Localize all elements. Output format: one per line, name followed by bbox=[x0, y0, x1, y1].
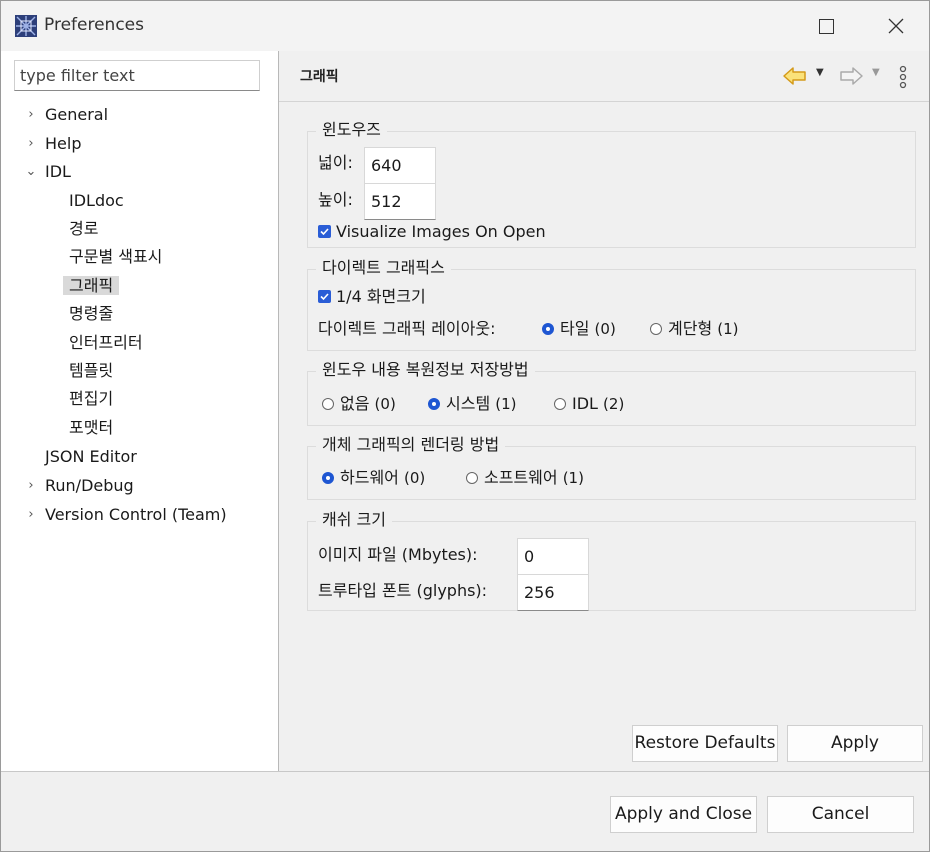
back-arrow-icon[interactable] bbox=[782, 65, 808, 87]
image-cache-label: 이미지 파일 (Mbytes): bbox=[318, 545, 478, 564]
expand-chevron-icon[interactable]: › bbox=[25, 102, 37, 128]
tree-item-command-line[interactable]: 명령줄 bbox=[69, 301, 113, 327]
font-cache-label: 트루타입 폰트 (glyphs): bbox=[318, 581, 488, 600]
tree-item-editor[interactable]: 편집기 bbox=[69, 386, 113, 412]
cache-size-group: 캐쉬 크기 이미지 파일 (Mbytes): 0 트루타입 폰트 (glyphs… bbox=[307, 508, 916, 611]
rendering-group: 개체 그래픽의 렌더링 방법 하드웨어 (0) 소프트웨어 (1) bbox=[307, 433, 916, 500]
tree-item-json-editor[interactable]: JSON Editor bbox=[45, 444, 137, 470]
windows-group: 윈도우즈 넓이: 640 높이: 512 Visualize Images On… bbox=[307, 118, 916, 248]
page-title: 그래픽 bbox=[300, 69, 339, 85]
page-header: 그래픽 ▼ ▼ bbox=[279, 51, 929, 102]
radio-selected-icon bbox=[542, 323, 554, 335]
quarter-screen-checkbox[interactable]: 1/4 화면크기 bbox=[318, 284, 426, 310]
expand-chevron-icon[interactable]: › bbox=[25, 473, 37, 499]
collapse-chevron-icon[interactable]: ⌄ bbox=[25, 159, 37, 185]
width-label: 넓이: bbox=[318, 153, 353, 172]
height-label: 높이: bbox=[318, 190, 353, 209]
filter-input[interactable] bbox=[14, 60, 260, 91]
radio-selected-icon bbox=[428, 398, 440, 410]
render-hardware-radio[interactable]: 하드웨어 (0) bbox=[322, 465, 425, 491]
tree-item-formatter[interactable]: 포맷터 bbox=[69, 415, 113, 441]
maximize-button[interactable] bbox=[791, 1, 861, 51]
forward-arrow-icon[interactable] bbox=[838, 65, 864, 87]
title-bar: Preferences bbox=[1, 1, 929, 51]
preferences-tree-panel: › General › Help ⌄ IDL IDLdoc 경로 구문별 색표시… bbox=[1, 51, 279, 771]
group-title: 캐쉬 크기 bbox=[316, 508, 392, 532]
direct-graphics-group: 다이렉트 그래픽스 1/4 화면크기 다이렉트 그래픽 레이아웃: 타일 (0)… bbox=[307, 256, 916, 351]
group-title: 다이렉트 그래픽스 bbox=[316, 256, 451, 280]
view-menu-icon[interactable] bbox=[899, 65, 907, 89]
visualize-images-checkbox[interactable]: Visualize Images On Open bbox=[318, 219, 546, 245]
app-icon bbox=[15, 15, 37, 37]
dialog-button-bar: Apply and Close Cancel bbox=[1, 771, 929, 851]
back-dropdown-icon[interactable]: ▼ bbox=[816, 67, 824, 78]
maximize-icon bbox=[818, 18, 834, 34]
backing-system-radio[interactable]: 시스템 (1) bbox=[428, 391, 517, 417]
restore-defaults-button[interactable]: Restore Defaults bbox=[632, 725, 778, 762]
tree-item-help[interactable]: › Help bbox=[28, 131, 81, 157]
radio-unselected-icon bbox=[554, 398, 566, 410]
group-title: 개체 그래픽의 렌더링 방법 bbox=[316, 433, 506, 457]
render-software-radio[interactable]: 소프트웨어 (1) bbox=[466, 465, 584, 491]
layout-tile-radio[interactable]: 타일 (0) bbox=[542, 316, 616, 342]
radio-unselected-icon bbox=[322, 398, 334, 410]
layout-cascade-radio[interactable]: 계단형 (1) bbox=[650, 316, 739, 342]
tree-item-path[interactable]: 경로 bbox=[69, 216, 98, 242]
tree-item-syntax-coloring[interactable]: 구문별 색표시 bbox=[69, 244, 162, 270]
tree-item-interpreter[interactable]: 인터프리터 bbox=[69, 330, 143, 356]
tree-item-templates[interactable]: 템플릿 bbox=[69, 358, 113, 384]
expand-chevron-icon[interactable]: › bbox=[25, 502, 37, 528]
forward-dropdown-icon[interactable]: ▼ bbox=[872, 67, 880, 78]
tree-item-general[interactable]: › General bbox=[28, 102, 108, 128]
tree-item-graphics[interactable]: 그래픽 bbox=[63, 273, 120, 299]
radio-unselected-icon bbox=[650, 323, 662, 335]
image-cache-input[interactable]: 0 bbox=[517, 538, 589, 575]
apply-button[interactable]: Apply bbox=[787, 725, 923, 762]
checkbox-checked-icon bbox=[318, 225, 331, 238]
checkbox-checked-icon bbox=[318, 290, 331, 303]
preferences-window: Preferences › General › Help ⌄ IDL IDLdo… bbox=[0, 0, 930, 852]
font-cache-input[interactable]: 256 bbox=[517, 574, 589, 611]
close-icon bbox=[888, 18, 904, 34]
tree-item-run-debug[interactable]: › Run/Debug bbox=[28, 473, 133, 499]
cancel-button[interactable]: Cancel bbox=[767, 796, 914, 833]
window-title: Preferences bbox=[44, 15, 144, 35]
tree-item-idl[interactable]: ⌄ IDL bbox=[26, 159, 71, 185]
preference-page: 그래픽 ▼ ▼ 윈도우즈 넓이: 640 높이: 512 Visualize I… bbox=[279, 51, 929, 771]
backing-store-group: 윈도우 내용 복원정보 저장방법 없음 (0) 시스템 (1) IDL (2) bbox=[307, 358, 916, 426]
layout-label: 다이렉트 그래픽 레이아웃: bbox=[318, 319, 496, 338]
width-input[interactable]: 640 bbox=[364, 147, 436, 184]
expand-chevron-icon[interactable]: › bbox=[25, 131, 37, 157]
radio-selected-icon bbox=[322, 472, 334, 484]
group-title: 윈도우즈 bbox=[316, 118, 387, 142]
apply-and-close-button[interactable]: Apply and Close bbox=[610, 796, 757, 833]
backing-idl-radio[interactable]: IDL (2) bbox=[554, 391, 624, 417]
tree-item-idldoc[interactable]: IDLdoc bbox=[69, 188, 124, 214]
backing-none-radio[interactable]: 없음 (0) bbox=[322, 391, 396, 417]
radio-unselected-icon bbox=[466, 472, 478, 484]
group-title: 윈도우 내용 복원정보 저장방법 bbox=[316, 358, 535, 382]
tree-item-version-control[interactable]: › Version Control (Team) bbox=[28, 502, 226, 528]
close-button[interactable] bbox=[861, 1, 929, 51]
height-input[interactable]: 512 bbox=[364, 183, 436, 220]
